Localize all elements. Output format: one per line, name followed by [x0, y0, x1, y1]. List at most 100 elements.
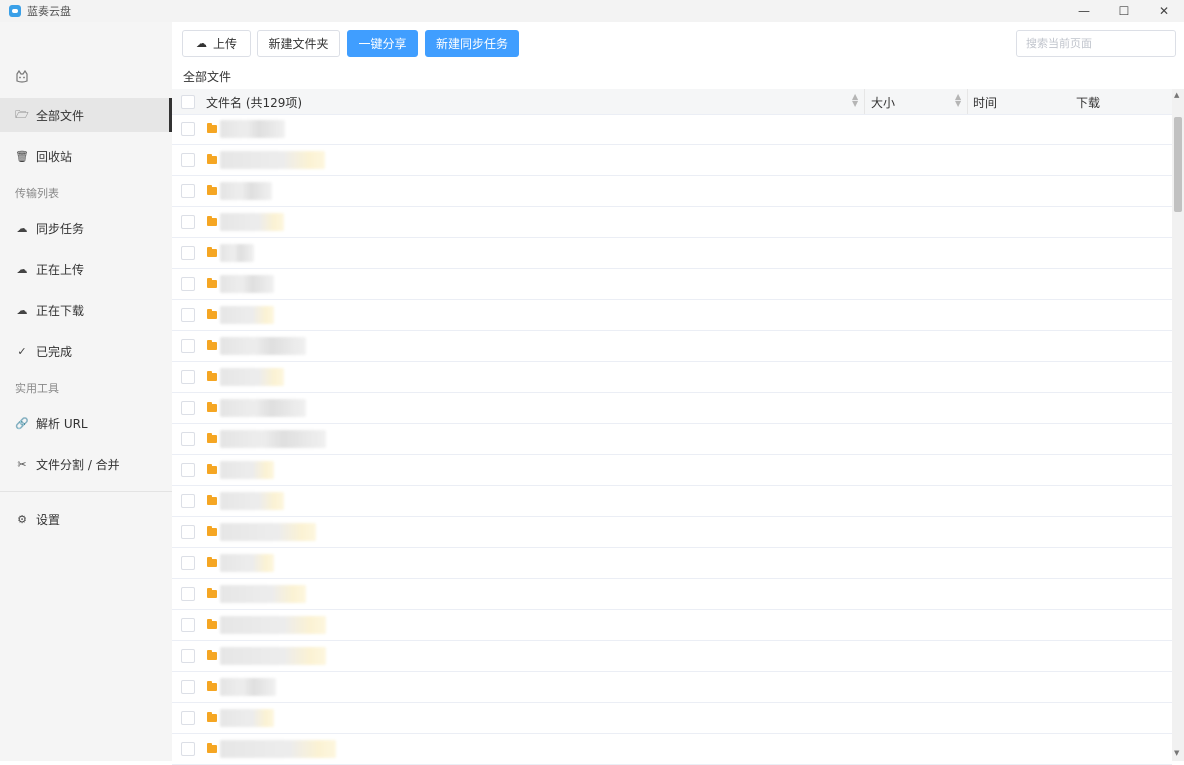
row-checkbox[interactable]: [181, 587, 195, 601]
blurred-file-name[interactable]: [220, 492, 284, 510]
blurred-file-name[interactable]: [220, 616, 326, 634]
row-checkbox[interactable]: [181, 680, 195, 694]
row-checkbox[interactable]: [181, 649, 195, 663]
row-checkbox[interactable]: [181, 308, 195, 322]
upload-button[interactable]: ☁ 上传: [182, 30, 251, 57]
sidebar-item-label: 解析 URL: [36, 416, 88, 431]
search-input[interactable]: [1016, 30, 1176, 57]
table-row[interactable]: [172, 300, 1172, 331]
blurred-file-name[interactable]: [220, 213, 284, 231]
scroll-up-arrow-icon[interactable]: ▲: [1174, 91, 1179, 99]
blurred-file-name[interactable]: [220, 523, 316, 541]
new-folder-button[interactable]: 新建文件夹: [257, 30, 340, 57]
table-row[interactable]: [172, 703, 1172, 734]
table-header: 文件名 (共129项) ▲ ▼ 大小 ▲ ▼ 时间 下载: [172, 89, 1172, 115]
folder-icon: [207, 247, 217, 257]
table-row[interactable]: [172, 207, 1172, 238]
blurred-file-name[interactable]: [220, 740, 336, 758]
gear-icon: ⚙: [17, 512, 27, 526]
sort-icon[interactable]: ▲ ▼: [955, 93, 961, 108]
blurred-file-name[interactable]: [220, 244, 254, 262]
table-row[interactable]: [172, 610, 1172, 641]
sidebar: 🗁 全部文件 🗑 回收站 传输列表 ☁ 同步任务 ☁ 正在上传 ☁ 正在下载 ✓…: [0, 22, 172, 761]
table-row[interactable]: [172, 362, 1172, 393]
one-click-share-button[interactable]: 一键分享: [347, 30, 418, 57]
row-checkbox[interactable]: [181, 556, 195, 570]
blurred-file-name[interactable]: [220, 647, 326, 665]
blurred-file-name[interactable]: [220, 182, 272, 200]
table-row[interactable]: [172, 145, 1172, 176]
row-checkbox[interactable]: [181, 401, 195, 415]
app-cloud-icon: [9, 5, 21, 17]
row-checkbox[interactable]: [181, 277, 195, 291]
scroll-down-arrow-icon[interactable]: ▼: [1174, 749, 1179, 757]
blurred-file-name[interactable]: [220, 399, 306, 417]
sidebar-item-parse-url[interactable]: 🔗 解析 URL: [0, 406, 172, 440]
table-row[interactable]: [172, 176, 1172, 207]
table-row[interactable]: [172, 548, 1172, 579]
blurred-file-name[interactable]: [220, 461, 274, 479]
blurred-file-name[interactable]: [220, 430, 326, 448]
table-row[interactable]: [172, 517, 1172, 548]
sidebar-item-uploading[interactable]: ☁ 正在上传: [0, 252, 172, 286]
blurred-file-name[interactable]: [220, 678, 276, 696]
row-checkbox[interactable]: [181, 184, 195, 198]
blurred-file-name[interactable]: [220, 337, 306, 355]
new-sync-task-button[interactable]: 新建同步任务: [425, 30, 519, 57]
table-row[interactable]: [172, 579, 1172, 610]
column-header-time[interactable]: 时间: [973, 94, 997, 111]
column-header-name[interactable]: 文件名 (共129项): [206, 94, 302, 111]
blurred-file-name[interactable]: [220, 151, 325, 169]
table-row[interactable]: [172, 238, 1172, 269]
sidebar-item-split-merge[interactable]: ✂ 文件分割 / 合并: [0, 447, 172, 481]
table-row[interactable]: [172, 269, 1172, 300]
blurred-file-name[interactable]: [220, 585, 306, 603]
table-row[interactable]: [172, 393, 1172, 424]
table-row[interactable]: [172, 455, 1172, 486]
sidebar-item-settings[interactable]: ⚙ 设置: [0, 502, 172, 536]
sidebar-item-downloading[interactable]: ☁ 正在下载: [0, 293, 172, 327]
table-row[interactable]: [172, 331, 1172, 362]
row-checkbox[interactable]: [181, 618, 195, 632]
row-checkbox[interactable]: [181, 370, 195, 384]
blurred-file-name[interactable]: [220, 554, 274, 572]
sidebar-item-completed[interactable]: ✓ 已完成: [0, 334, 172, 368]
sidebar-item-all-files[interactable]: 🗁 全部文件: [0, 98, 172, 132]
table-row[interactable]: [172, 672, 1172, 703]
row-checkbox[interactable]: [181, 215, 195, 229]
row-checkbox[interactable]: [181, 339, 195, 353]
close-button[interactable]: ✕: [1144, 0, 1184, 22]
blurred-file-name[interactable]: [220, 709, 274, 727]
column-header-size[interactable]: 大小: [871, 94, 895, 111]
column-header-download[interactable]: 下载: [1076, 94, 1100, 111]
row-checkbox[interactable]: [181, 153, 195, 167]
scroll-thumb[interactable]: [1174, 117, 1182, 212]
row-checkbox[interactable]: [181, 122, 195, 136]
table-row[interactable]: [172, 424, 1172, 455]
table-row[interactable]: [172, 486, 1172, 517]
row-checkbox[interactable]: [181, 494, 195, 508]
maximize-button[interactable]: ☐: [1104, 0, 1144, 22]
folder-icon: [207, 185, 217, 195]
column-divider: [967, 89, 968, 114]
minimize-button[interactable]: —: [1064, 0, 1104, 22]
sort-icon[interactable]: ▲ ▼: [852, 93, 858, 108]
sidebar-item-recycle-bin[interactable]: 🗑 回收站: [0, 139, 172, 173]
row-checkbox[interactable]: [181, 432, 195, 446]
table-row[interactable]: [172, 641, 1172, 672]
table-row[interactable]: [172, 734, 1172, 765]
blurred-file-name[interactable]: [220, 275, 274, 293]
row-checkbox[interactable]: [181, 711, 195, 725]
row-checkbox[interactable]: [181, 246, 195, 260]
blurred-file-name[interactable]: [220, 120, 285, 138]
blurred-file-name[interactable]: [220, 306, 274, 324]
row-checkbox[interactable]: [181, 463, 195, 477]
sidebar-item-label: 全部文件: [36, 108, 85, 123]
table-row[interactable]: [172, 114, 1172, 145]
select-all-checkbox[interactable]: [181, 95, 195, 109]
blurred-file-name[interactable]: [220, 368, 284, 386]
row-checkbox[interactable]: [181, 525, 195, 539]
sidebar-item-sync-tasks[interactable]: ☁ 同步任务: [0, 211, 172, 245]
row-checkbox[interactable]: [181, 742, 195, 756]
vertical-scrollbar[interactable]: ▲ ▼: [1172, 89, 1184, 761]
